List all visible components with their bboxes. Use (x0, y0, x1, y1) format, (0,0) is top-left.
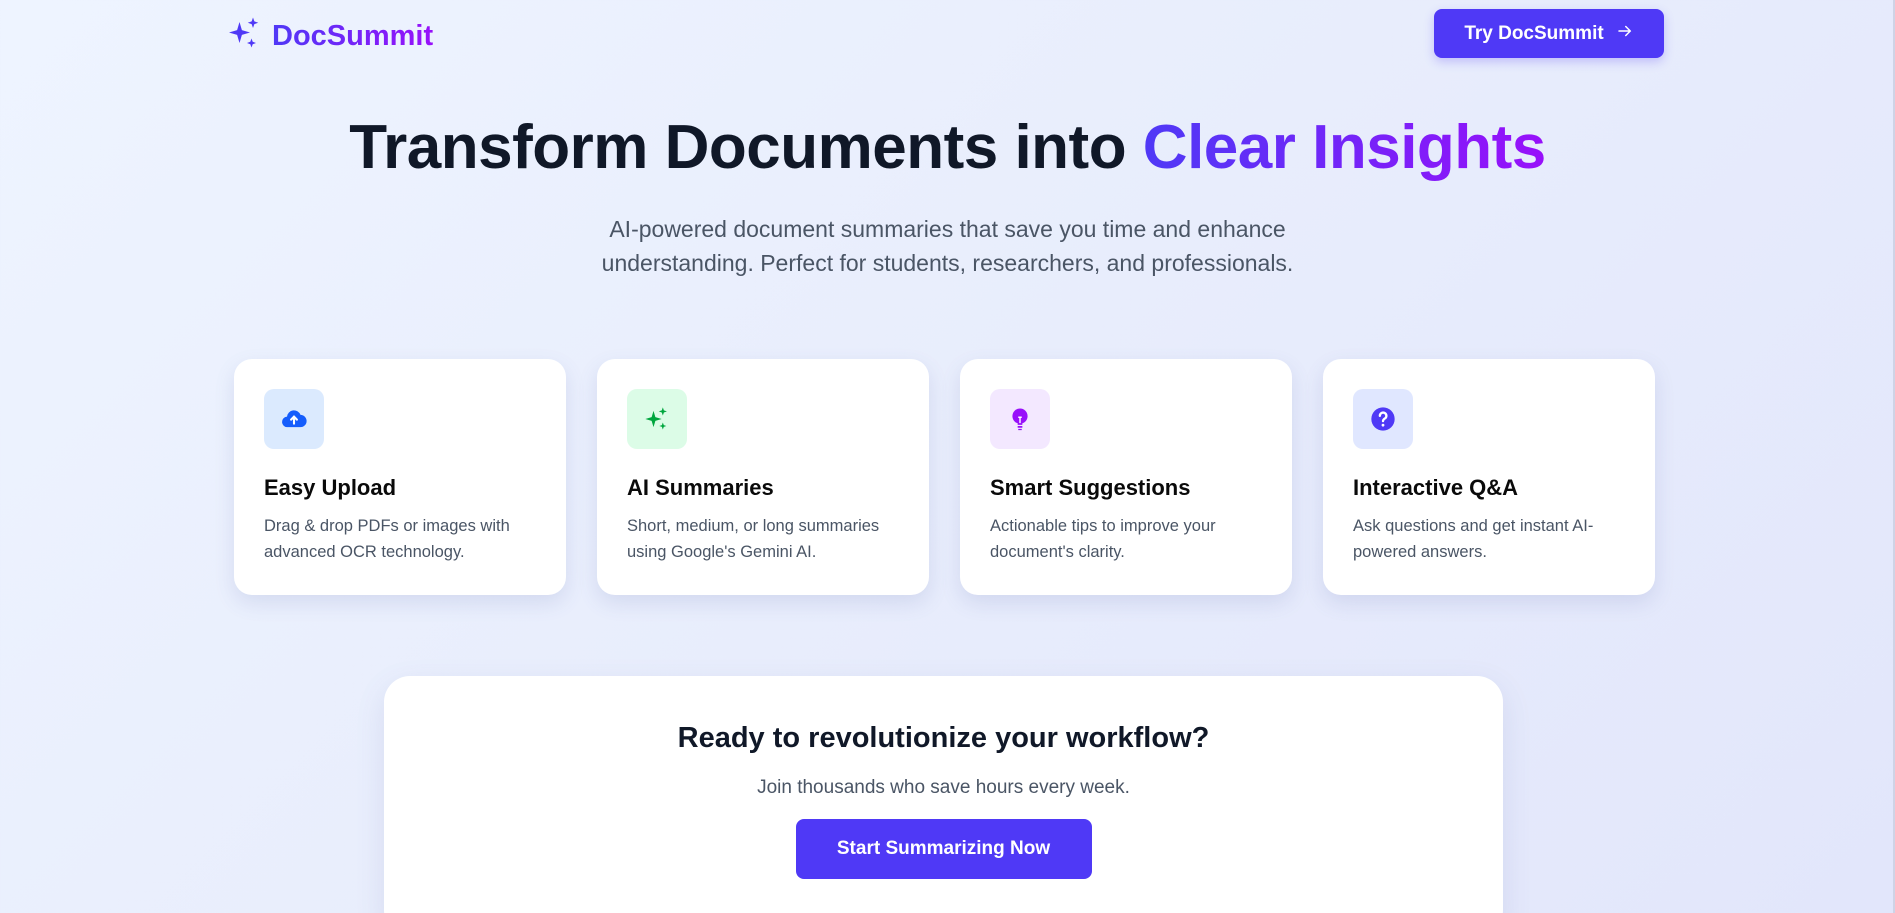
hero-subtitle-line: AI-powered document summaries that save … (609, 216, 1286, 242)
feature-description: Ask questions and get instant AI-powered… (1353, 517, 1594, 561)
cta-section: Ready to revolutionize your workflow? Jo… (384, 676, 1503, 913)
feature-card-interactive-qa: Interactive Q&A Ask questions and get in… (1323, 359, 1655, 595)
feature-card-easy-upload: Easy Upload Drag & drop PDFs or images w… (234, 359, 566, 595)
feature-title: AI Summaries (627, 475, 774, 500)
cta-subtitle: Join thousands who save hours every week… (757, 777, 1130, 798)
hero-title-text: Transform Documents into (349, 113, 1143, 182)
hero-subtitle-line: understanding. Perfect for students, res… (601, 250, 1294, 276)
feature-description: Actionable tips to improve your document… (990, 517, 1216, 561)
cta-title: Ready to revolutionize your workflow? (677, 722, 1210, 754)
feature-card-ai-summaries: AI Summaries Short, medium, or long summ… (597, 359, 929, 595)
sparkles-icon (226, 16, 262, 57)
feature-cards: Easy Upload Drag & drop PDFs or images w… (234, 359, 1655, 595)
feature-title: Interactive Q&A (1353, 475, 1519, 500)
sparkles-icon (627, 389, 687, 449)
lightbulb-icon (990, 389, 1050, 449)
cloud-upload-icon (264, 389, 324, 449)
question-circle-icon (1353, 389, 1413, 449)
try-docsummit-button[interactable]: Try DocSummit (1434, 9, 1664, 58)
hero-title-highlight: Clear Insights (1142, 113, 1547, 182)
hero-subtitle: AI-powered document summaries that save … (0, 212, 1895, 280)
feature-description: Short, medium, or long summaries using G… (627, 517, 880, 561)
start-summarizing-button[interactable]: Start Summarizing Now (795, 819, 1092, 879)
feature-title: Smart Suggestions (990, 475, 1191, 500)
feature-description: Drag & drop PDFs or images with advanced… (264, 517, 510, 561)
feature-title: Easy Upload (264, 475, 397, 500)
arrow-right-icon (1616, 22, 1634, 46)
hero-title: Transform Documents into Clear Insights (0, 112, 1895, 183)
brand-name: DocSummit (272, 20, 434, 52)
try-button-label: Try DocSummit (1464, 22, 1604, 44)
brand-logo[interactable]: DocSummit (226, 16, 433, 57)
feature-card-smart-suggestions: Smart Suggestions Actionable tips to imp… (960, 359, 1292, 595)
